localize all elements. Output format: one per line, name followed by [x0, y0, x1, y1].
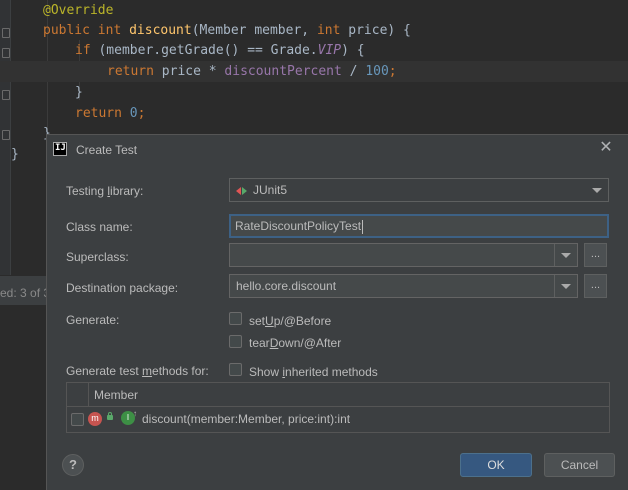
- editor-lower-area: [0, 305, 46, 490]
- arrow-up-icon: ↑: [133, 409, 137, 418]
- method-signature: discount(member:Member, price:int):int: [142, 412, 351, 426]
- destination-browse-button[interactable]: ...: [584, 274, 607, 298]
- code-line-3: if (member.getGrade() == Grade.VIP) {: [75, 43, 365, 58]
- table-row[interactable]: m I ↑ discount(member:Member, price:int)…: [67, 407, 609, 432]
- text-caret: [362, 219, 364, 234]
- test-methods-label: Generate test methods for:: [66, 364, 209, 378]
- generate-label: Generate:: [66, 313, 120, 327]
- ok-button[interactable]: OK: [460, 453, 532, 477]
- teardown-after-checkbox[interactable]: [229, 335, 242, 348]
- table-header: Member: [67, 383, 609, 407]
- testing-library-label: Testing library:: [66, 184, 144, 198]
- show-inherited-checkbox[interactable]: [229, 363, 242, 376]
- chevron-down-icon[interactable]: [554, 244, 577, 266]
- testing-library-select[interactable]: JUnit5: [229, 178, 609, 202]
- junit-icon: [236, 186, 248, 196]
- dialog-titlebar[interactable]: IJ Create Test ✕: [47, 135, 628, 165]
- class-name-input[interactable]: RateDiscountPolicyTest: [229, 214, 609, 238]
- chevron-down-icon[interactable]: [586, 179, 608, 201]
- setup-before-label[interactable]: setUp/@Before: [249, 314, 331, 328]
- close-icon[interactable]: ✕: [597, 139, 615, 157]
- destination-package-combo[interactable]: hello.core.discount: [229, 274, 578, 298]
- find-status-bar: ed: 3 of 3: [0, 275, 50, 306]
- code-line-2: public int discount(Member member, int p…: [43, 23, 411, 38]
- class-name-label: Class name:: [66, 220, 133, 234]
- destination-package-label: Destination package:: [66, 281, 179, 295]
- chevron-down-icon[interactable]: [554, 275, 577, 297]
- select-all-column[interactable]: [67, 383, 89, 406]
- code-line-5: }: [75, 85, 83, 100]
- testing-library-value: JUnit5: [253, 183, 288, 197]
- method-icon: m: [88, 412, 102, 426]
- code-line-4: return price * discountPercent / 100;: [0, 61, 628, 82]
- show-inherited-label[interactable]: Show inherited methods: [249, 365, 378, 379]
- superclass-label: Superclass:: [66, 250, 129, 264]
- public-access-icon: [107, 412, 113, 420]
- code-line-1: @Override: [43, 3, 114, 18]
- superclass-combo[interactable]: [229, 243, 578, 267]
- class-name-value: RateDiscountPolicyTest: [235, 219, 362, 233]
- destination-package-value: hello.core.discount: [236, 279, 337, 293]
- help-button[interactable]: ?: [62, 454, 84, 476]
- superclass-browse-button[interactable]: ...: [584, 243, 607, 267]
- cancel-button[interactable]: Cancel: [544, 453, 615, 477]
- match-count-text: ed: 3 of 3: [0, 286, 51, 300]
- members-table: Member m I ↑ discount(member:Member, pri…: [66, 382, 610, 433]
- code-line-6: return 0;: [75, 106, 146, 121]
- teardown-after-label[interactable]: tearDown/@After: [249, 336, 341, 350]
- intellij-logo-icon: IJ: [53, 142, 67, 156]
- dialog-title: Create Test: [76, 143, 138, 157]
- setup-before-checkbox[interactable]: [229, 312, 242, 325]
- method-checkbox[interactable]: [71, 413, 84, 426]
- member-column-header[interactable]: Member: [94, 388, 138, 402]
- create-test-dialog: IJ Create Test ✕ Testing library: JUnit5…: [46, 134, 628, 490]
